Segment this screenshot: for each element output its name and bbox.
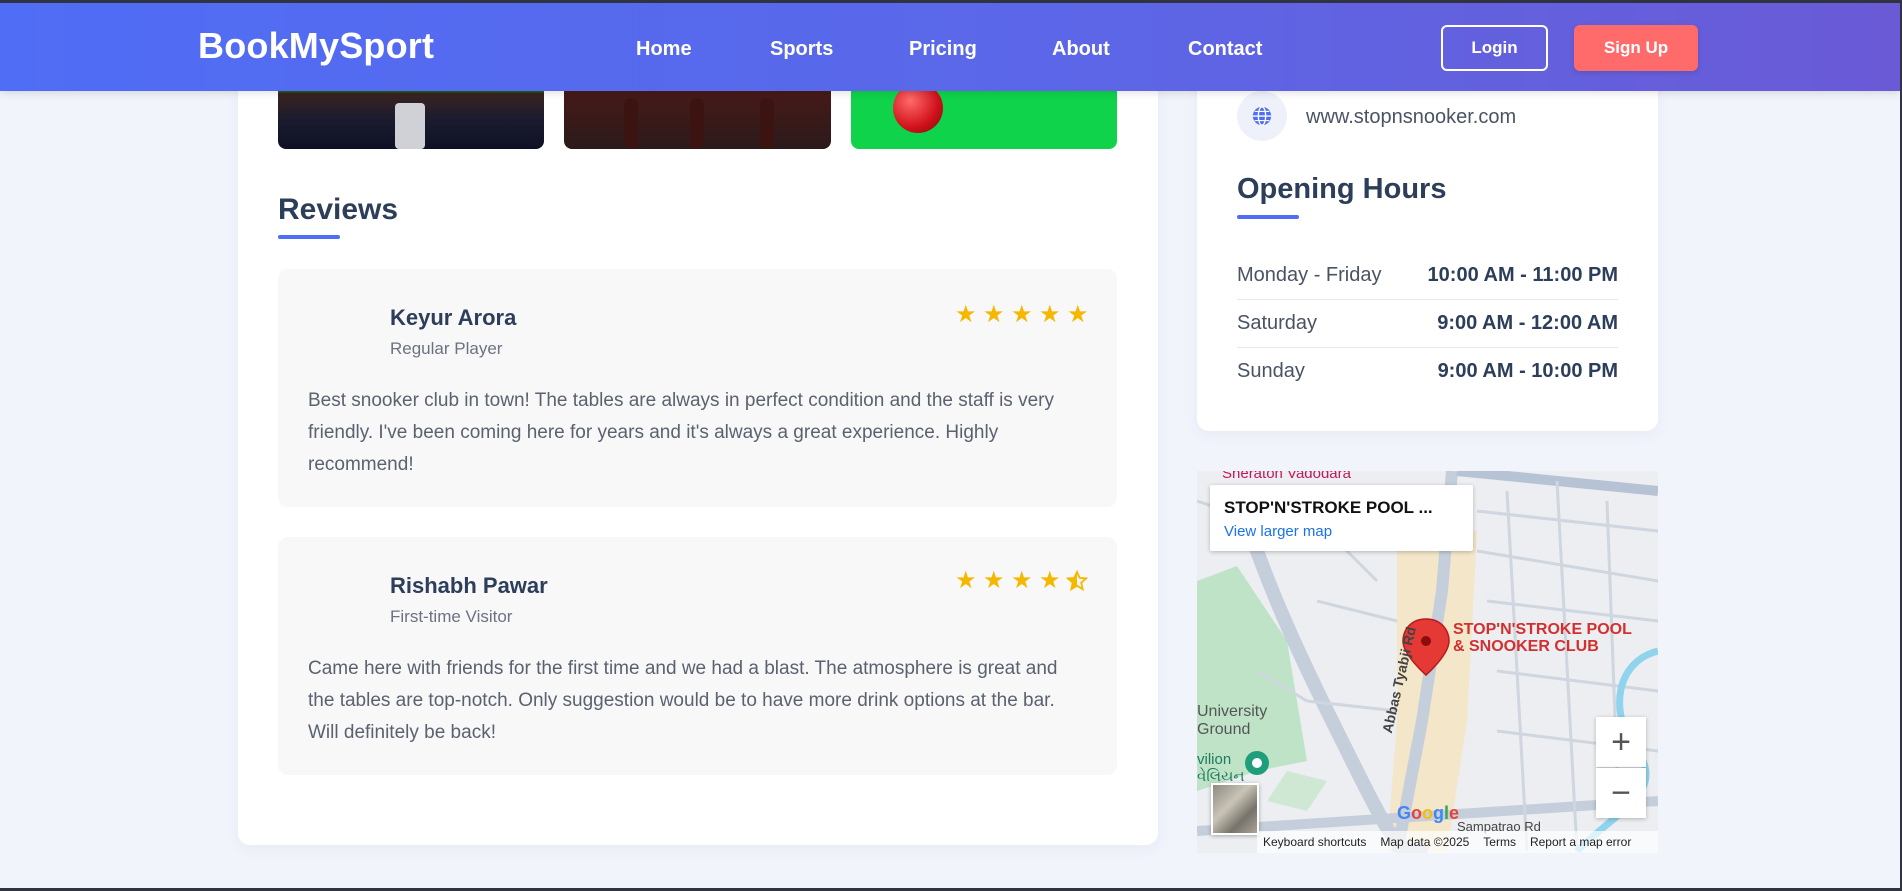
embedded-map[interactable]: STOP'N'STROKE POOL & SNOOKER CLUB Sherat… (1197, 471, 1658, 853)
review-text: Came here with friends for the first tim… (308, 658, 1058, 743)
page-viewport: BookMySport Home Sports Pricing About Co… (0, 3, 1900, 888)
hours-row-sunday: Sunday 9:00 AM - 10:00 PM (1237, 348, 1618, 396)
map-poi-label: University Ground (1197, 703, 1268, 738)
hours-day: Monday - Friday (1237, 264, 1382, 286)
hours-day: Saturday (1237, 312, 1318, 334)
globe-icon (1237, 91, 1287, 141)
review-rating-stars: ★ ★ ★ ★ ★ (955, 301, 1089, 328)
top-navbar: BookMySport Home Sports Pricing About Co… (0, 3, 1900, 91)
opening-hours-underline (1237, 215, 1299, 219)
map-info-box: STOP'N'STROKE POOL ... View larger map (1210, 485, 1473, 551)
star-icon: ★ (983, 567, 1005, 594)
review-rating-stars: ★ ★ ★ ★ (955, 567, 1088, 594)
star-icon: ★ (1011, 567, 1033, 594)
map-pin-label: STOP'N'STROKE POOL & SNOOKER CLUB (1453, 621, 1632, 655)
reviewer-name: Keyur Arora (390, 305, 517, 330)
terms-link[interactable]: Terms (1483, 835, 1516, 849)
map-place-title: STOP'N'STROKE POOL ... (1224, 498, 1433, 517)
map-zoom-in-button[interactable]: + (1596, 717, 1646, 767)
nav-link-home[interactable]: Home (636, 38, 692, 61)
map-zoom-out-button[interactable]: − (1596, 768, 1646, 818)
star-icon: ★ (983, 301, 1005, 328)
review-card: Keyur Arora Regular Player ★ ★ ★ ★ ★ Bes… (278, 269, 1117, 507)
login-button[interactable]: Login (1441, 25, 1548, 71)
star-icon: ★ (1067, 301, 1089, 328)
reviews-heading-underline (278, 235, 340, 239)
review-text: Best snooker club in town! The tables ar… (308, 390, 1054, 475)
signup-button[interactable]: Sign Up (1574, 25, 1698, 71)
view-larger-map-link[interactable]: View larger map (1224, 523, 1332, 540)
map-footer: Keyboard shortcuts Map data ©2025 Terms … (1257, 831, 1658, 853)
nav-link-pricing[interactable]: Pricing (909, 38, 977, 61)
satellite-view-toggle[interactable] (1211, 783, 1259, 835)
hours-time: 9:00 AM - 12:00 AM (1437, 312, 1618, 334)
website-link[interactable]: www.stopnsnooker.com (1306, 106, 1516, 129)
hours-day: Sunday (1237, 360, 1305, 382)
hours-time: 10:00 AM - 11:00 PM (1427, 264, 1618, 286)
nav-link-contact[interactable]: Contact (1188, 38, 1262, 61)
brand-logo[interactable]: BookMySport (198, 25, 434, 67)
star-icon: ★ (955, 301, 977, 328)
nav-link-about[interactable]: About (1052, 38, 1110, 61)
report-map-error-link[interactable]: Report a map error (1530, 835, 1631, 849)
keyboard-shortcuts-link[interactable]: Keyboard shortcuts (1263, 835, 1366, 849)
hours-row-saturday: Saturday 9:00 AM - 12:00 AM (1237, 300, 1618, 348)
reviewer-role: First-time Visitor (390, 607, 513, 626)
half-star-icon (1066, 570, 1088, 592)
reviewer-name: Rishabh Pawar (390, 573, 548, 598)
star-icon: ★ (955, 567, 977, 594)
reviewer-role: Regular Player (390, 339, 503, 358)
hours-time: 9:00 AM - 10:00 PM (1437, 360, 1618, 382)
nav-link-sports[interactable]: Sports (770, 38, 833, 61)
map-data-label: Map data ©2025 (1380, 835, 1470, 849)
star-icon: ★ (1039, 567, 1061, 594)
review-card: Rishabh Pawar First-time Visitor ★ ★ ★ ★… (278, 537, 1117, 775)
star-icon: ★ (1011, 301, 1033, 328)
map-poi-label: Sheraton Vadodara (1222, 471, 1351, 482)
opening-hours-heading: Opening Hours (1237, 173, 1447, 205)
map-poi-label: vilion વેલિયન (1197, 751, 1245, 785)
hours-row-weekdays: Monday - Friday 10:00 AM - 11:00 PM (1237, 252, 1618, 300)
star-icon: ★ (1039, 301, 1061, 328)
google-logo: Google (1397, 803, 1460, 823)
reviews-heading: Reviews (278, 193, 399, 226)
